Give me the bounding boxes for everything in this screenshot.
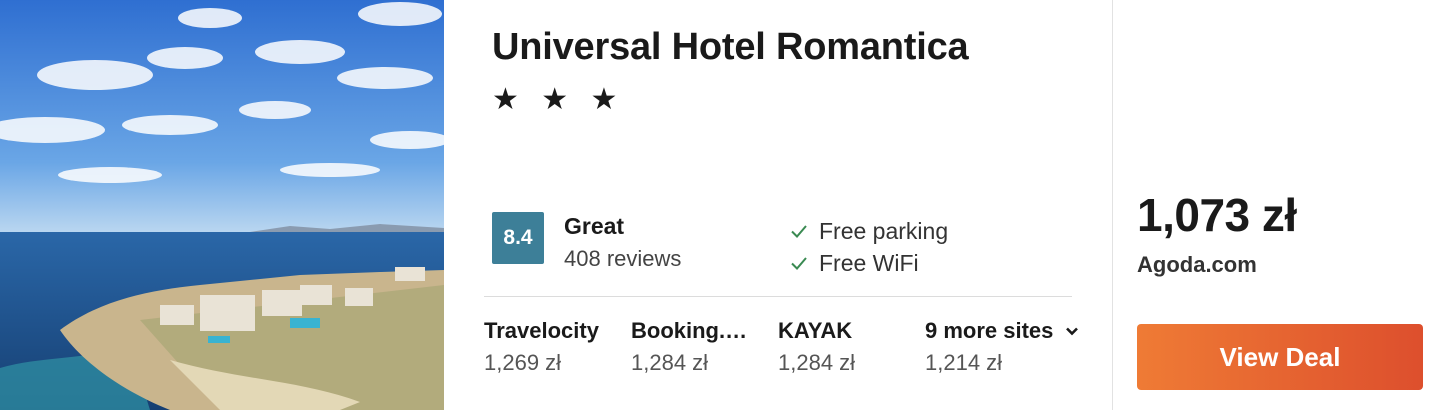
site-price: 1,284 zł [778,350,856,375]
site-option-travelocity[interactable]: Travelocity 1,269 zł [484,318,624,376]
amenity-label: Free parking [819,217,949,244]
more-sites-toggle[interactable]: 9 more sites [925,318,1100,344]
deal-price: 1,073 zł [1137,189,1297,241]
column-divider [1112,0,1113,410]
chevron-down-icon [1066,327,1079,336]
site-price: 1,214 zł [925,350,1003,375]
site-name: Travelocity [484,318,599,343]
hotel-photo[interactable] [0,0,444,410]
rating-label: Great [564,213,625,239]
site-price: 1,284 zł [631,350,709,375]
check-icon [791,225,807,238]
deal-provider: Agoda.com [1137,252,1257,277]
site-name: KAYAK [778,318,853,343]
site-option-kayak[interactable]: KAYAK 1,284 zł [778,318,918,376]
site-price: 1,269 zł [484,350,562,375]
more-sites-label: 9 more sites [925,318,1054,343]
star-rating: ★ ★ ★ [492,83,625,116]
hotel-name[interactable]: Universal Hotel Romantica [492,26,969,69]
divider [484,296,1072,297]
more-sites-dropdown[interactable]: 9 more sites 1,214 zł [925,318,1100,376]
review-count[interactable]: 408 reviews [564,246,681,272]
amenities-list: Free parking Free WiFi [789,215,948,279]
check-icon [791,257,807,270]
site-name: Booking.com [631,318,759,343]
review-score-badge: 8.4 [492,212,544,264]
amenity-item: Free parking [789,215,948,247]
amenity-label: Free WiFi [819,249,919,276]
site-option-booking[interactable]: Booking.com 1,284 zł [631,318,759,376]
view-deal-button[interactable]: View Deal [1137,324,1423,390]
amenity-item: Free WiFi [789,247,948,279]
hotel-details: Universal Hotel Romantica ★ ★ ★ 8.4 Grea… [444,0,1113,410]
hotel-result-card: Universal Hotel Romantica ★ ★ ★ 8.4 Grea… [0,0,1434,410]
